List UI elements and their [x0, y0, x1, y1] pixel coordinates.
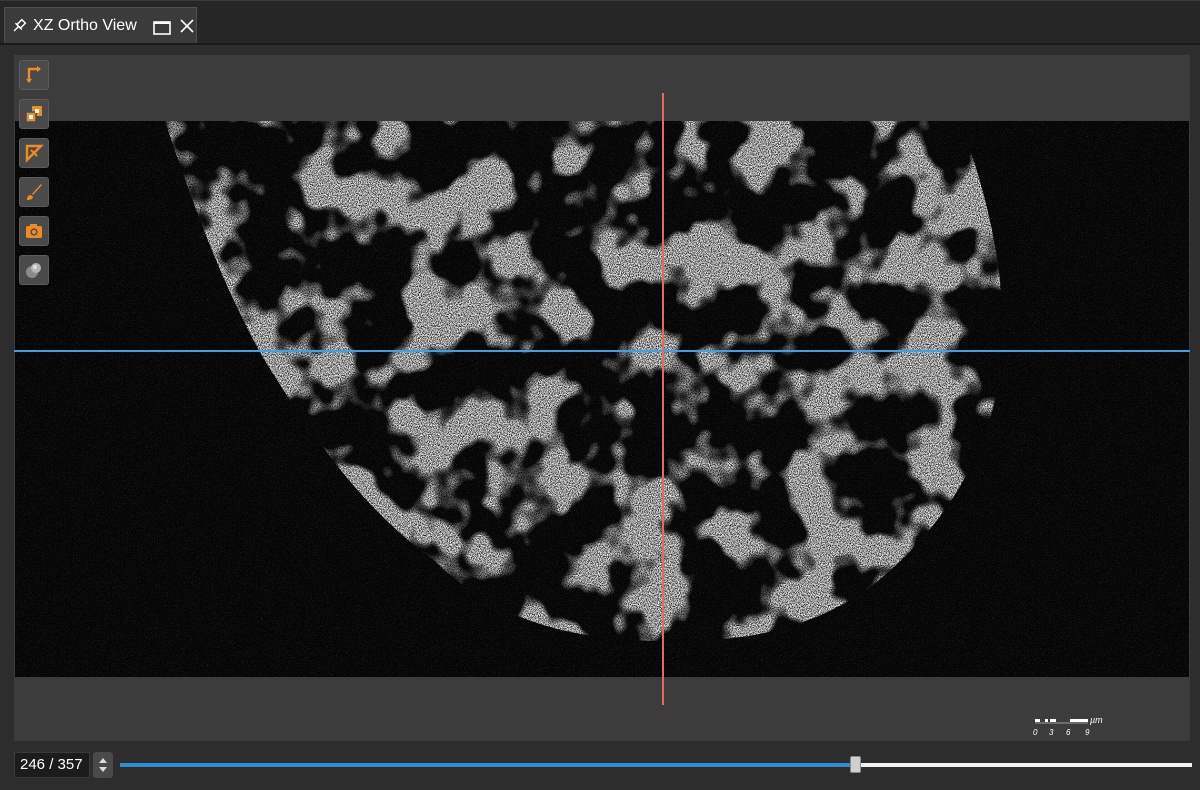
camera-icon	[26, 224, 42, 238]
slice-spinner[interactable]	[93, 752, 113, 778]
scale-tick-3: 9	[1085, 728, 1090, 737]
xz-slice-image[interactable]	[15, 121, 1189, 677]
slice-number-field[interactable]: 246 / 357	[14, 752, 90, 778]
tab-divider	[0, 43, 1200, 45]
tab-xz-ortho-view[interactable]: XZ Ortho View	[4, 7, 197, 44]
scale-tick-1: 3	[1049, 728, 1054, 737]
horizontal-crosshair-line[interactable]	[14, 350, 1190, 352]
maximize-icon[interactable]	[153, 20, 171, 41]
spinner-down-icon	[99, 767, 107, 772]
slice-navigation-bar: 246 / 357	[0, 745, 1200, 790]
tab-title: XZ Ortho View	[33, 17, 137, 34]
paintbrush-icon	[27, 184, 42, 200]
spinner-up-icon	[99, 758, 107, 763]
clip-tool-button[interactable]	[19, 138, 49, 168]
sphere-icon	[26, 263, 41, 278]
title-bar: XZ Ortho View	[0, 0, 1200, 45]
overlay-tool-button[interactable]	[19, 99, 49, 129]
view-toolbar	[19, 60, 51, 294]
sample-volume-render	[15, 121, 1189, 677]
crosshair-corner-icon	[26, 66, 41, 83]
close-icon[interactable]	[179, 18, 195, 39]
pin-icon[interactable]	[11, 18, 27, 39]
scale-unit: µm	[1090, 715, 1103, 725]
snapshot-tool-button[interactable]	[19, 216, 49, 246]
scale-bar: µm 0 3 6 9	[1032, 715, 1132, 745]
clip-triangle-icon	[25, 144, 44, 163]
scale-tick-2: 6	[1066, 728, 1071, 737]
scale-tick-0: 0	[1033, 728, 1038, 737]
render-tool-button[interactable]	[19, 255, 49, 285]
vertical-crosshair-line[interactable]	[662, 93, 664, 705]
paint-tool-button[interactable]	[19, 177, 49, 207]
slice-slider-fill	[120, 763, 856, 767]
ortho-viewport[interactable]: µm 0 3 6 9	[14, 55, 1190, 741]
overlay-layers-icon	[25, 106, 42, 123]
crosshair-tool-button[interactable]	[19, 60, 49, 90]
slice-slider[interactable]	[120, 756, 1192, 773]
slice-slider-thumb[interactable]	[850, 756, 862, 773]
